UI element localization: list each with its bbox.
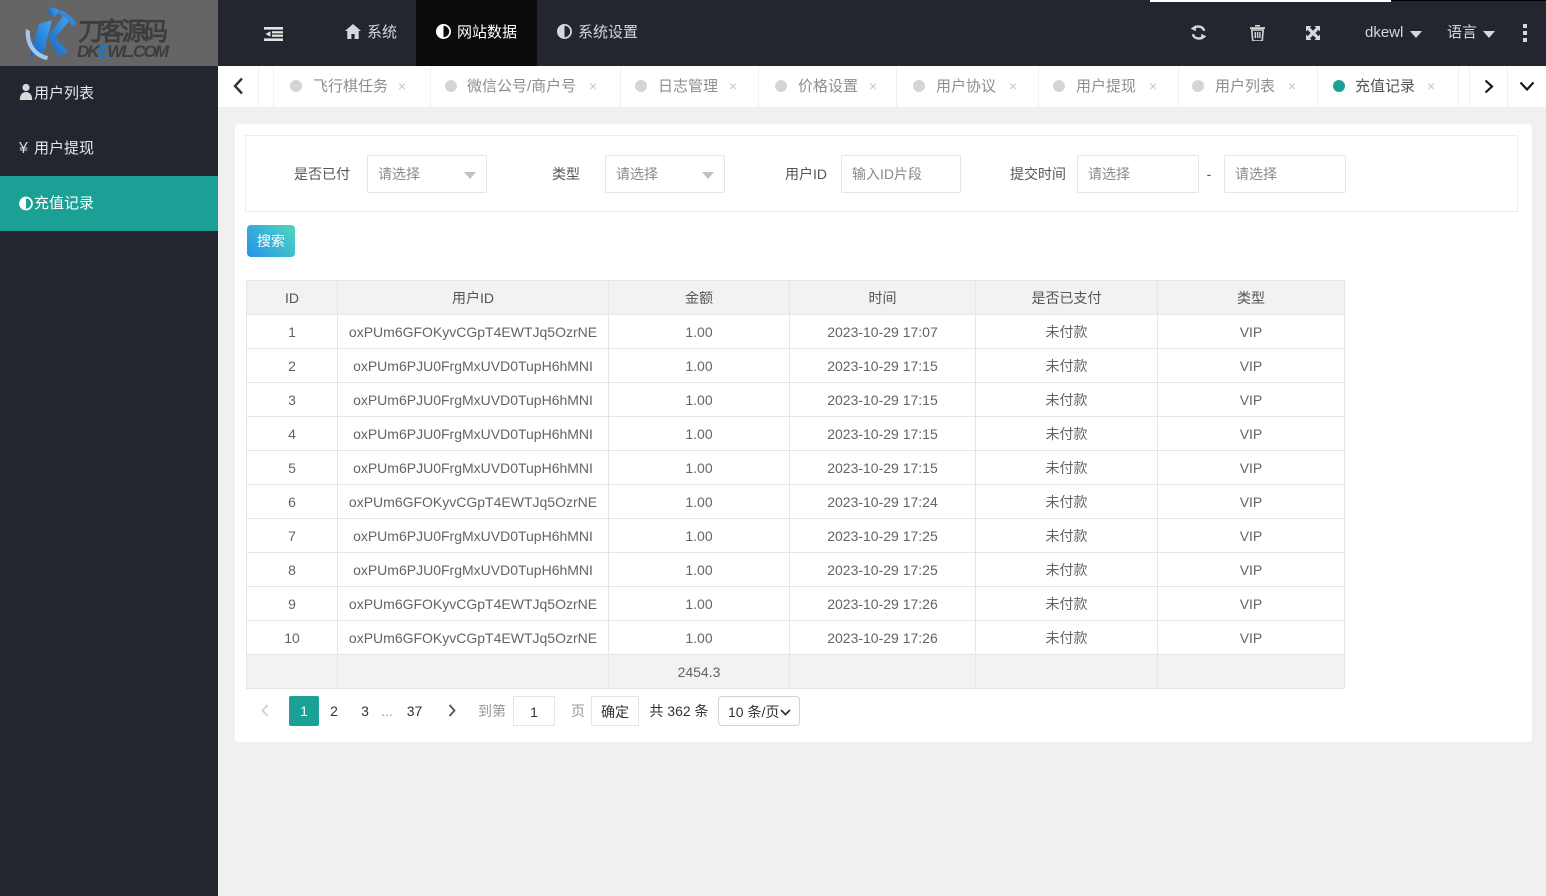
svg-text:DKEWL.COM: DKEWL.COM bbox=[77, 42, 170, 60]
